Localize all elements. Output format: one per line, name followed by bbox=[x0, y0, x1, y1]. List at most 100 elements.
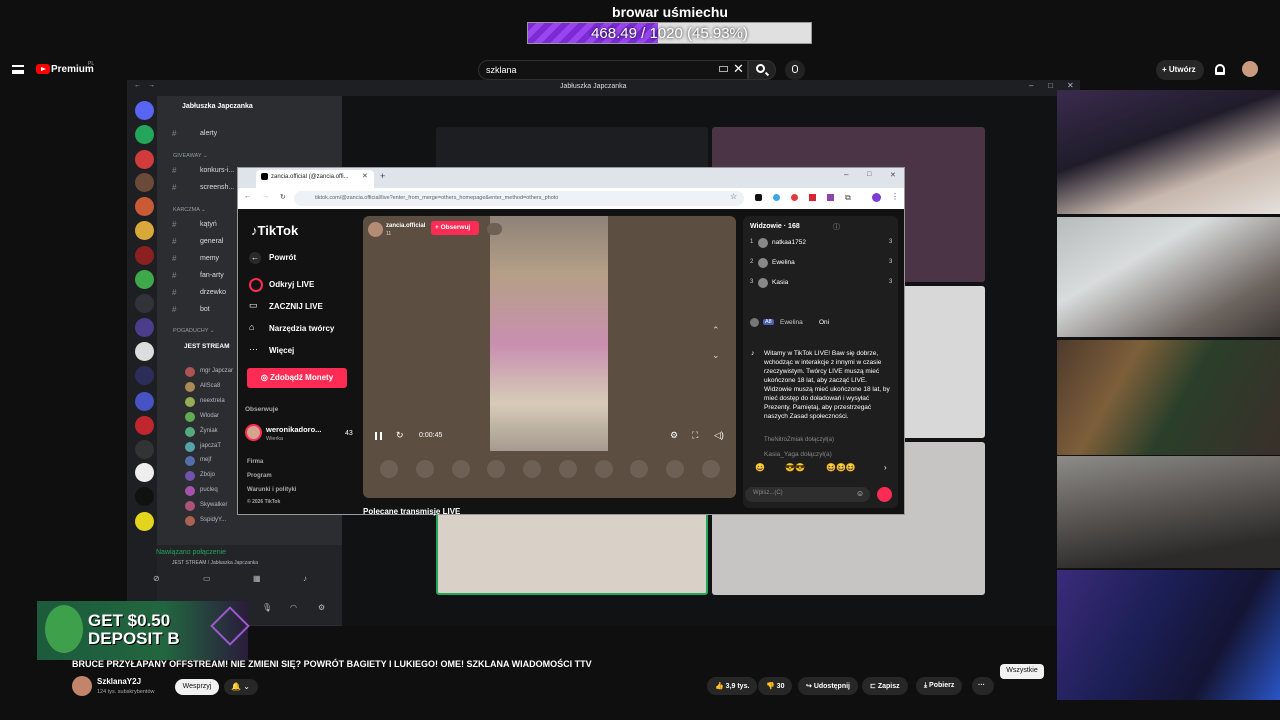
channel-item[interactable]: konkurs-i... bbox=[200, 167, 234, 174]
server-icon[interactable] bbox=[135, 173, 154, 192]
footer-link-company[interactable]: Firma bbox=[247, 459, 263, 465]
soundboard-icon[interactable]: ♪ bbox=[303, 574, 307, 583]
dislike-button[interactable]: 👎 30 bbox=[758, 677, 793, 695]
follow-button[interactable]: + Obserwuj bbox=[431, 221, 479, 235]
support-button[interactable]: Wesprzyj bbox=[175, 679, 219, 695]
followed-user-avatar[interactable] bbox=[245, 424, 262, 441]
bookmark-star-icon[interactable]: ☆ bbox=[730, 192, 737, 201]
voice-channel-path[interactable]: JEST STREAM / Jabłuszka Japczanka bbox=[172, 560, 258, 566]
voice-member-avatar[interactable] bbox=[185, 411, 195, 422]
filter-chip-all[interactable]: Wszystkie bbox=[1000, 664, 1044, 679]
voice-member[interactable]: Wlodar bbox=[200, 413, 219, 419]
emoji-picker-icon[interactable]: ☺ bbox=[856, 489, 864, 498]
chat-username[interactable]: Ewelina bbox=[780, 319, 803, 326]
chevron-down-icon[interactable]: ⌄ bbox=[712, 350, 720, 361]
back-arrow-icon[interactable]: ← bbox=[134, 82, 141, 89]
volume-icon[interactable]: ◁) bbox=[714, 430, 724, 441]
notifications-bell-icon[interactable] bbox=[1215, 64, 1225, 75]
voice-channel-jest-stream[interactable]: JEST STREAM bbox=[184, 343, 230, 350]
nav-more[interactable]: Więcej bbox=[269, 346, 294, 355]
emoji-icon[interactable]: 😄 bbox=[755, 463, 765, 472]
server-icon[interactable] bbox=[135, 197, 154, 216]
channel-item[interactable]: general bbox=[200, 238, 223, 245]
channel-item[interactable]: screensh... bbox=[200, 184, 234, 191]
new-tab-icon[interactable]: + bbox=[380, 171, 385, 181]
voice-member-avatar[interactable] bbox=[185, 516, 195, 526]
viewer-name[interactable]: Kasia bbox=[772, 279, 788, 286]
settings-gear-icon[interactable]: ⚙ bbox=[318, 603, 325, 612]
maximize-icon[interactable]: □ bbox=[1048, 81, 1053, 90]
search-input[interactable] bbox=[478, 60, 748, 80]
nav-discover-live[interactable]: Odkryj LIVE bbox=[269, 280, 314, 289]
camera-icon[interactable]: ▭ bbox=[249, 300, 258, 311]
emoji-icon[interactable]: 😎😎 bbox=[785, 463, 805, 472]
channel-item[interactable]: drzewko bbox=[200, 289, 226, 296]
save-button[interactable]: ⊏ Zapisz bbox=[862, 677, 908, 695]
gift-icon[interactable] bbox=[487, 460, 506, 478]
host-avatar[interactable] bbox=[368, 222, 383, 237]
browser-menu-icon[interactable]: ⋮ bbox=[891, 192, 899, 201]
nav-creator-tools[interactable]: Narzędzia twórcy bbox=[269, 324, 334, 333]
voice-connected-label[interactable]: Nawiązano połączenie bbox=[156, 549, 226, 556]
viewer-name[interactable]: Ewelina bbox=[772, 259, 795, 266]
voice-member-avatar[interactable] bbox=[185, 396, 195, 407]
channel-item[interactable]: bot bbox=[200, 306, 210, 313]
settings-gear-icon[interactable]: ⚙ bbox=[670, 430, 678, 441]
clear-search-icon[interactable]: ✕ bbox=[733, 61, 744, 77]
server-icon[interactable] bbox=[135, 463, 154, 482]
mic-icon[interactable] bbox=[792, 65, 798, 73]
host-name[interactable]: zancia.official bbox=[386, 223, 425, 229]
voice-member-avatar[interactable] bbox=[185, 441, 195, 452]
tab-close-icon[interactable]: ✕ bbox=[362, 172, 368, 180]
subscription-bell-button[interactable]: 🔔 ⌄ bbox=[224, 679, 258, 695]
minimize-icon[interactable]: – bbox=[1029, 81, 1033, 90]
voice-member[interactable]: mgr Japczar bbox=[200, 368, 233, 374]
voice-member-avatar[interactable] bbox=[185, 426, 195, 437]
voice-member[interactable]: Zbójo bbox=[200, 472, 215, 478]
camera-off-icon[interactable]: ⊘ bbox=[153, 574, 160, 583]
extensions-puzzle-icon[interactable]: ⧉ bbox=[845, 193, 851, 203]
info-icon[interactable]: ⓘ bbox=[833, 222, 840, 232]
extension-icon[interactable] bbox=[791, 194, 798, 201]
account-avatar[interactable] bbox=[1242, 61, 1258, 77]
gift-icon[interactable] bbox=[451, 460, 470, 478]
voice-member[interactable]: pucleq bbox=[200, 487, 218, 493]
profile-avatar[interactable] bbox=[872, 193, 881, 202]
live-discover-icon[interactable] bbox=[249, 278, 263, 292]
live-video-frame[interactable] bbox=[490, 216, 608, 451]
browser-tab-label[interactable]: zancia.official (@zancia.offi... bbox=[271, 174, 349, 180]
chevron-right-icon[interactable]: › bbox=[884, 463, 887, 472]
menu-icon[interactable] bbox=[12, 65, 24, 74]
youtube-logo-icon[interactable] bbox=[36, 64, 50, 74]
server-icon[interactable] bbox=[135, 125, 154, 144]
close-icon[interactable]: ✕ bbox=[890, 171, 896, 179]
followed-user-name[interactable]: weronikadoro... bbox=[266, 425, 321, 434]
pause-icon[interactable] bbox=[375, 432, 382, 440]
fullscreen-icon[interactable]: ⛶ bbox=[692, 430, 698, 441]
more-dots-icon[interactable]: ··· bbox=[249, 344, 258, 354]
server-icon[interactable] bbox=[135, 487, 154, 506]
like-heart-button[interactable] bbox=[877, 487, 892, 502]
back-link[interactable]: Powrót bbox=[269, 253, 296, 262]
activities-icon[interactable]: ▦ bbox=[253, 574, 261, 583]
channel-item[interactable]: fan-arty bbox=[200, 272, 224, 279]
voice-member[interactable]: japczaT bbox=[200, 443, 221, 449]
voice-member[interactable]: AllSca8 bbox=[200, 383, 220, 389]
channel-item[interactable]: memy bbox=[200, 255, 219, 262]
mic-icon[interactable]: 🎙 bbox=[262, 603, 272, 612]
close-icon[interactable]: ✕ bbox=[1067, 81, 1074, 90]
refresh-icon[interactable]: ↻ bbox=[396, 430, 404, 441]
channel-avatar[interactable] bbox=[72, 676, 92, 696]
forward-arrow-icon[interactable]: → bbox=[148, 82, 155, 89]
gift-icon[interactable] bbox=[594, 460, 613, 478]
chat-avatar[interactable] bbox=[750, 318, 759, 327]
gift-icon[interactable] bbox=[701, 460, 720, 478]
footer-link-terms[interactable]: Warunki i polityki bbox=[247, 487, 296, 493]
headphones-icon[interactable]: ◠ bbox=[290, 603, 297, 612]
channel-item[interactable]: kątyń bbox=[200, 221, 217, 228]
viewer-avatar[interactable] bbox=[758, 258, 768, 268]
gift-icon[interactable] bbox=[380, 460, 398, 478]
category-giveaway[interactable]: GIVEAWAY ⌄ bbox=[173, 153, 208, 159]
footer-link-program[interactable]: Program bbox=[247, 473, 272, 479]
viewer-avatar[interactable] bbox=[758, 278, 768, 288]
